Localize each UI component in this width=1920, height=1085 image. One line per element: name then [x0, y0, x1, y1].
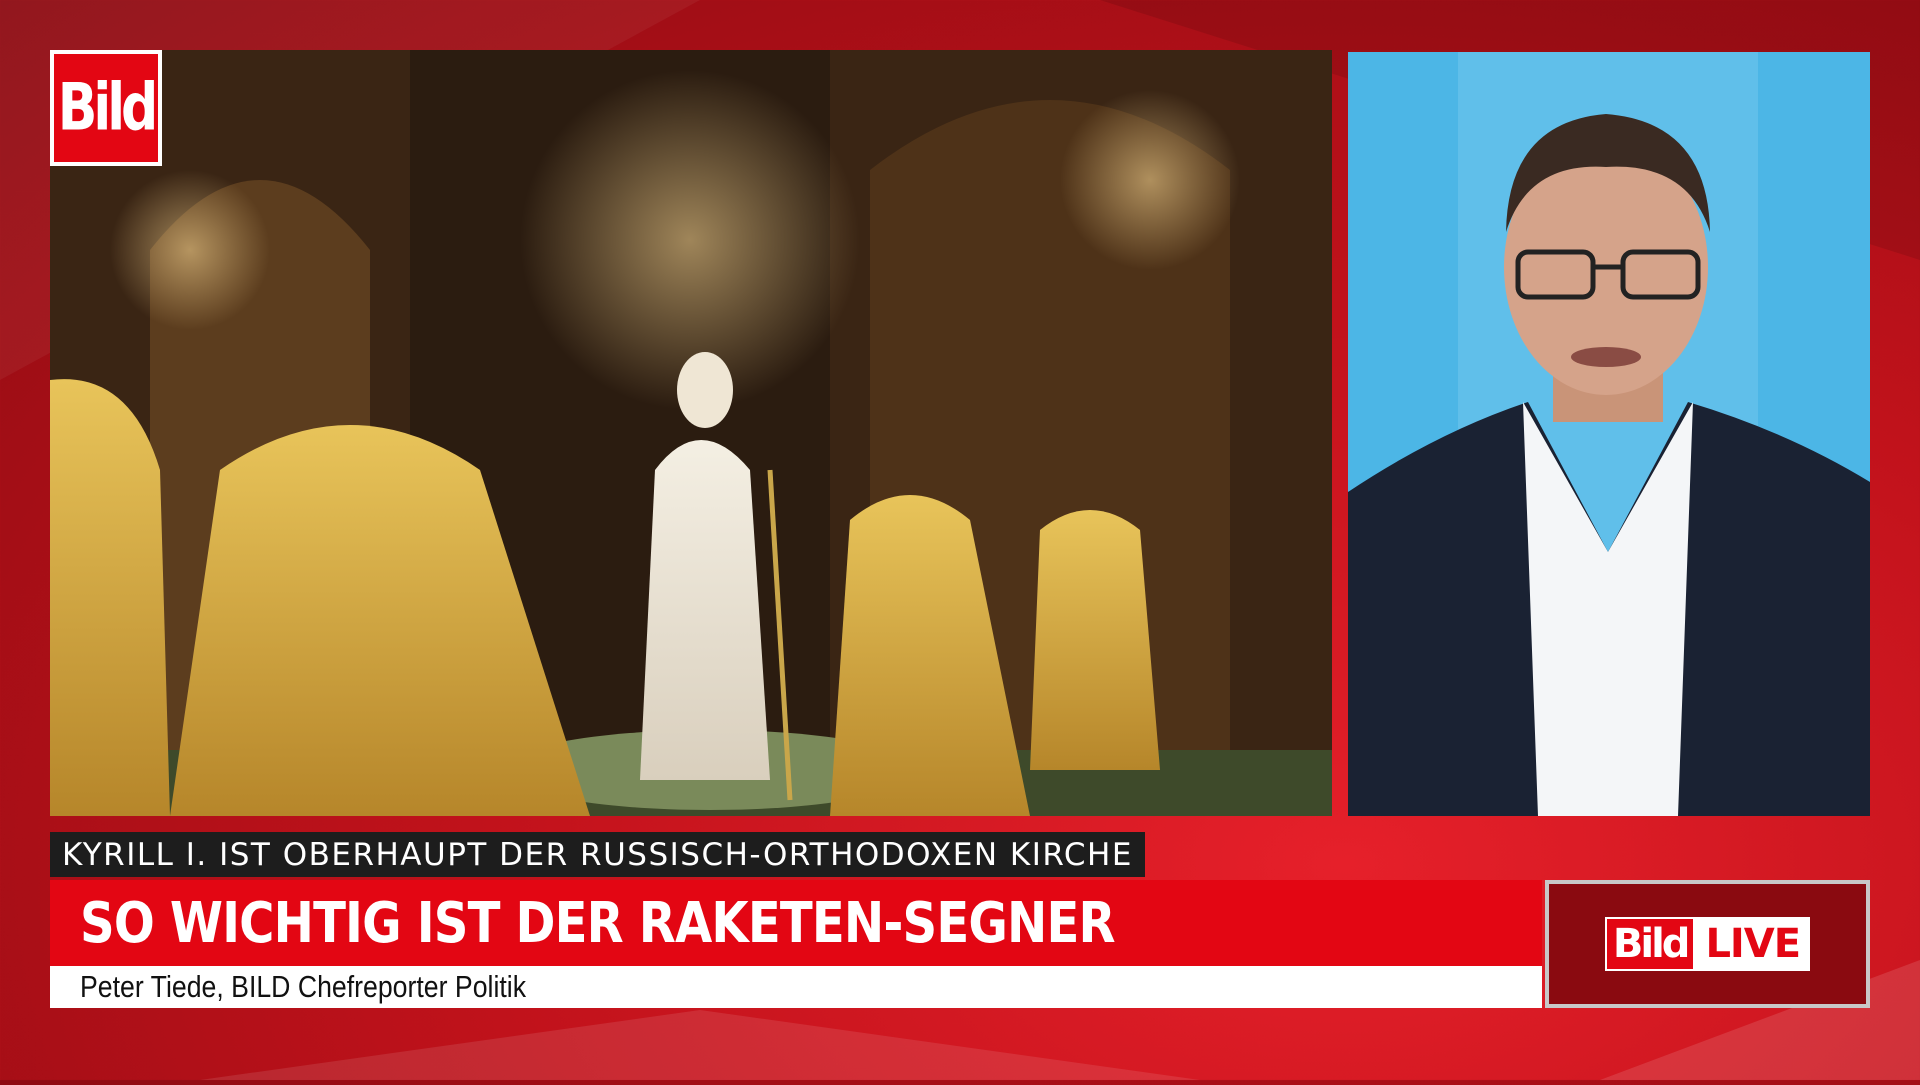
bild-logo-text: Bild	[57, 70, 158, 146]
topic-text: KYRILL I. IST OBERHAUPT DER RUSSISCH-ORT…	[62, 836, 1133, 873]
bild-live-brand: Bild	[1604, 917, 1696, 971]
bild-logo: Bild	[50, 50, 162, 166]
live-label: LIVE	[1695, 917, 1811, 971]
topic-bar: KYRILL I. IST OBERHAUPT DER RUSSISCH-ORT…	[50, 832, 1145, 877]
ceremony-image	[50, 50, 1332, 816]
bild-live-logo-box: Bild LIVE	[1545, 880, 1870, 1008]
guest-image	[1348, 52, 1870, 816]
video-panel-ceremony	[50, 50, 1332, 816]
byline-bar: Peter Tiede, BILD Chefreporter Politik	[50, 966, 1542, 1008]
headline-bar: SO WICHTIG IST DER RAKETEN-SEGNER	[50, 880, 1542, 966]
byline-text: Peter Tiede, BILD Chefreporter Politik	[80, 969, 527, 1004]
bild-live-logo: Bild LIVE	[1604, 917, 1811, 971]
headline-text: SO WICHTIG IST DER RAKETEN-SEGNER	[80, 890, 1116, 956]
video-panel-guest	[1348, 52, 1870, 816]
